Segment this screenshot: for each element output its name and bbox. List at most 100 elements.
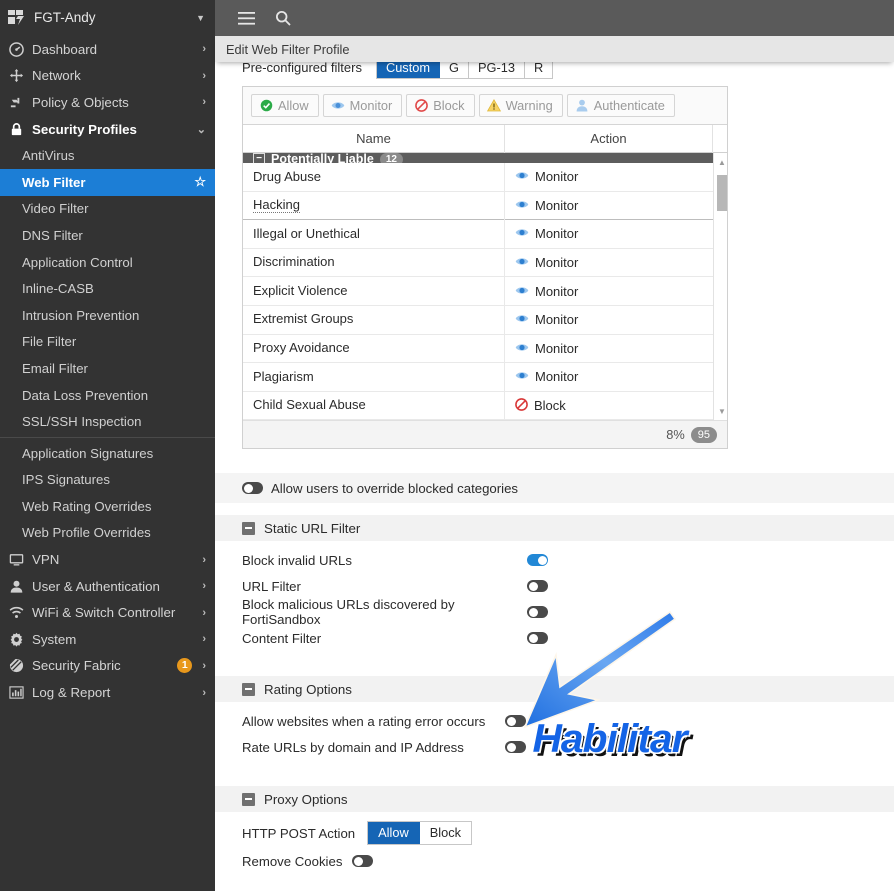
block-invalid-urls-toggle[interactable] — [527, 554, 548, 566]
collapse-icon[interactable] — [242, 682, 255, 696]
block-label: Block — [433, 98, 465, 113]
cell-action[interactable]: Monitor — [505, 191, 713, 220]
filter-option-g[interactable]: G — [440, 62, 470, 78]
filter-option-r[interactable]: R — [525, 62, 553, 78]
table-row[interactable]: Proxy Avoidance Monitor — [243, 334, 713, 364]
sidebar-item-file-filter[interactable]: File Filter — [0, 329, 215, 356]
allow-rating-error-toggle[interactable] — [505, 715, 526, 727]
section-header-proxy-options[interactable]: Proxy Options — [215, 786, 894, 812]
warning-button[interactable]: Warning — [478, 94, 563, 117]
allow-label: Allow — [278, 98, 309, 113]
hamburger-icon[interactable] — [231, 3, 261, 33]
table-row[interactable]: Explicit Violence Monitor — [243, 276, 713, 306]
sidebar-item-security-profiles[interactable]: Security Profiles ⌄ — [0, 116, 215, 143]
preconfigured-filters-segmented[interactable]: Custom G PG-13 R — [375, 62, 554, 79]
sidebar-label: Intrusion Prevention — [22, 307, 140, 323]
filter-option-custom[interactable]: Custom — [376, 62, 441, 78]
table-row[interactable]: Child Sexual Abuse Block — [243, 391, 713, 420]
cell-action[interactable]: Monitor — [505, 163, 713, 192]
search-icon[interactable] — [268, 3, 298, 33]
rate-urls-domain-ip-toggle[interactable] — [505, 741, 526, 753]
preconfigured-filters-row: Pre-configured filters Custom G PG-13 R — [215, 62, 894, 79]
sidebar-item-application-control[interactable]: Application Control — [0, 249, 215, 276]
sidebar-item-ips-signatures[interactable]: IPS Signatures — [0, 467, 215, 494]
section-header-rating-options[interactable]: Rating Options — [215, 676, 894, 702]
eye-icon — [515, 284, 529, 299]
sidebar-item-application-signatures[interactable]: Application Signatures — [0, 440, 215, 467]
table-scrollbar[interactable]: ▲ ▼ — [713, 153, 727, 420]
chevron-down-icon[interactable]: ▼ — [196, 13, 205, 23]
action-label: Monitor — [535, 340, 579, 356]
sidebar-item-dashboard[interactable]: Dashboard › — [0, 36, 215, 63]
table-row[interactable]: Drug Abuse Monitor — [243, 162, 713, 192]
action-label: Monitor — [535, 312, 579, 328]
cell-action[interactable]: Monitor — [505, 334, 713, 363]
collapse-icon[interactable]: − — [253, 153, 265, 163]
fabric-icon — [8, 658, 25, 673]
scroll-up-arrow-icon[interactable]: ▲ — [714, 155, 727, 169]
sidebar-label: IPS Signatures — [22, 472, 110, 488]
sidebar-item-email-filter[interactable]: Email Filter — [0, 355, 215, 382]
collapse-icon[interactable] — [242, 792, 255, 806]
cell-action[interactable]: Monitor — [505, 363, 713, 392]
sidebar-item-video-filter[interactable]: Video Filter — [0, 196, 215, 223]
sidebar-label: Application Control — [22, 254, 133, 270]
device-brand[interactable]: FGT-Andy ▼ — [0, 0, 215, 36]
sidebar-item-network[interactable]: Network › — [0, 63, 215, 90]
table-row[interactable]: Illegal or Unethical Monitor — [243, 219, 713, 249]
url-filter-toggle[interactable] — [527, 580, 548, 592]
content-filter-toggle[interactable] — [527, 632, 548, 644]
action-label: Monitor — [535, 369, 579, 385]
table-footer: 8% 95 — [243, 420, 727, 448]
cell-action[interactable]: Monitor — [505, 305, 713, 334]
sidebar-item-user-authentication[interactable]: User & Authentication › — [0, 573, 215, 600]
scrollbar-thumb[interactable] — [717, 175, 727, 211]
favorite-star-icon[interactable]: ☆ — [194, 174, 206, 190]
sidebar-item-antivirus[interactable]: AntiVirus — [0, 142, 215, 169]
filter-option-pg13[interactable]: PG-13 — [469, 62, 526, 78]
sidebar-item-dns-filter[interactable]: DNS Filter — [0, 222, 215, 249]
sidebar-item-log-report[interactable]: Log & Report › — [0, 679, 215, 706]
sidebar-item-vpn[interactable]: VPN › — [0, 546, 215, 573]
sidebar-item-data-loss-prevention[interactable]: Data Loss Prevention — [0, 382, 215, 409]
authenticate-button[interactable]: Authenticate — [566, 94, 675, 117]
table-group-header-potentially-liable[interactable]: − Potentially Liable 12 — [243, 153, 713, 163]
cell-action[interactable]: Monitor — [505, 277, 713, 306]
table-row[interactable]: Plagiarism Monitor — [243, 362, 713, 392]
warning-triangle-icon — [486, 99, 501, 113]
collapse-icon[interactable] — [242, 521, 255, 535]
cell-action[interactable]: Block — [505, 391, 713, 420]
sidebar-item-web-filter[interactable]: Web Filter ☆ — [0, 168, 215, 196]
option-row-block-malicious-urls: Block malicious URLs discovered by Forti… — [215, 597, 894, 627]
allow-button[interactable]: Allow — [251, 94, 319, 117]
sidebar-item-ssl-ssh-inspection[interactable]: SSL/SSH Inspection — [0, 408, 215, 435]
sidebar-item-web-profile-overrides[interactable]: Web Profile Overrides — [0, 520, 215, 547]
cell-action[interactable]: Monitor — [505, 220, 713, 249]
table-row[interactable]: Extremist Groups Monitor — [243, 305, 713, 335]
http-post-action-segmented[interactable]: Allow Block — [367, 821, 473, 845]
http-post-block-option[interactable]: Block — [419, 822, 472, 844]
block-malicious-urls-toggle[interactable] — [527, 606, 548, 618]
cell-action[interactable]: Monitor — [505, 248, 713, 277]
section-header-static-url-filter[interactable]: Static URL Filter — [215, 515, 894, 541]
http-post-allow-option[interactable]: Allow — [368, 822, 420, 844]
scroll-down-arrow-icon[interactable]: ▼ — [714, 404, 727, 418]
monitor-button[interactable]: Monitor — [322, 94, 403, 117]
cell-category-name: Extremist Groups — [243, 305, 505, 335]
chevron-right-icon: › — [202, 43, 206, 56]
override-categories-toggle[interactable] — [242, 482, 263, 494]
column-header-action[interactable]: Action — [505, 124, 713, 153]
remove-cookies-toggle[interactable] — [352, 855, 374, 867]
sidebar-item-policy-objects[interactable]: Policy & Objects › — [0, 89, 215, 116]
sidebar-item-wifi-switch-controller[interactable]: WiFi & Switch Controller › — [0, 599, 215, 626]
sidebar-item-system[interactable]: System › — [0, 626, 215, 653]
block-button[interactable]: Block — [406, 94, 475, 117]
override-categories-row[interactable]: Allow users to override blocked categori… — [215, 473, 894, 503]
sidebar-item-security-fabric[interactable]: Security Fabric 1 › — [0, 653, 215, 680]
sidebar-item-intrusion-prevention[interactable]: Intrusion Prevention — [0, 302, 215, 329]
table-row[interactable]: Hacking Monitor — [243, 191, 713, 221]
table-row[interactable]: Discrimination Monitor — [243, 248, 713, 278]
column-header-name[interactable]: Name — [243, 124, 505, 153]
sidebar-item-web-rating-overrides[interactable]: Web Rating Overrides — [0, 493, 215, 520]
sidebar-item-inline-casb[interactable]: Inline-CASB — [0, 275, 215, 302]
